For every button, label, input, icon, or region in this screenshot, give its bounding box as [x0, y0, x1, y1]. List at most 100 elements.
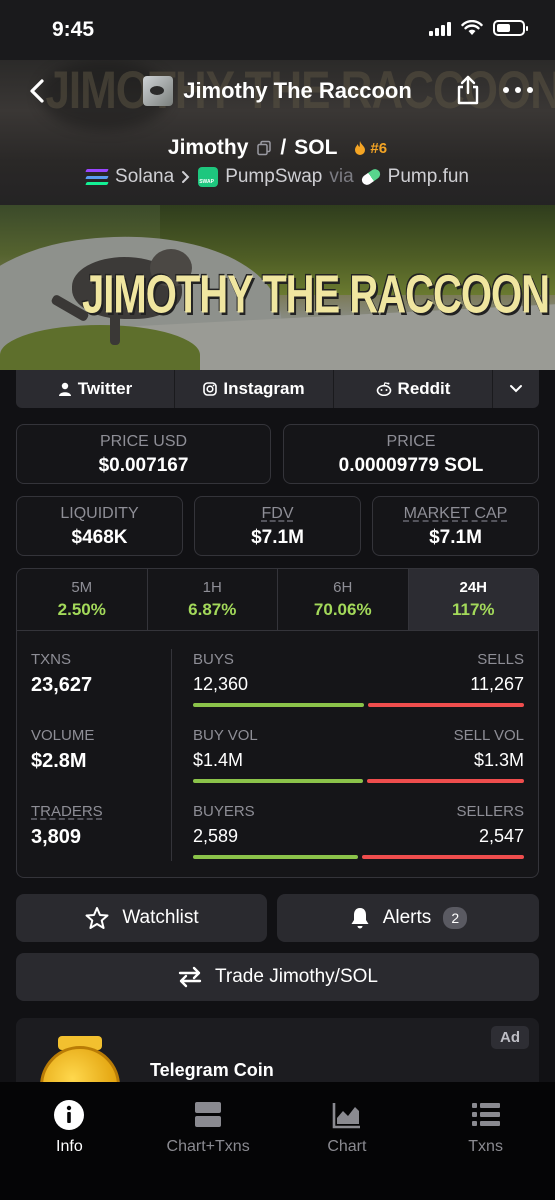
- dot-icon: [515, 87, 521, 93]
- sell-vol-bar: [367, 779, 524, 783]
- price-native-label: PRICE: [386, 433, 436, 450]
- more-links-button[interactable]: [493, 370, 539, 408]
- liquidity-label: LIQUIDITY: [60, 505, 139, 522]
- pair-separator: /: [280, 136, 287, 159]
- sellers-bar: [362, 855, 524, 859]
- liquidity-card: LIQUIDITY $468K: [16, 496, 183, 556]
- sellers-value: 2,547: [478, 826, 524, 846]
- market-cap-card[interactable]: MARKET CAP $7.1M: [372, 496, 539, 556]
- pair-base: Jimothy: [167, 136, 249, 159]
- pumpswap-icon: [198, 167, 219, 187]
- rank-badge: #6: [353, 140, 387, 157]
- buys-value: 12,360: [193, 674, 249, 694]
- dex-link[interactable]: PumpSwap: [225, 166, 322, 188]
- price-usd-card: PRICE USD $0.007167: [16, 424, 271, 484]
- reddit-link[interactable]: Reddit: [334, 370, 493, 408]
- twitter-label: Twitter: [77, 379, 133, 398]
- token-title: Jimothy The Raccoon: [183, 78, 412, 103]
- tab-5m[interactable]: 5M 2.50%: [17, 569, 148, 630]
- share-button[interactable]: [453, 74, 483, 106]
- liquidity-value: $468K: [71, 527, 128, 548]
- trade-button[interactable]: Trade Jimothy/SOL: [16, 953, 539, 1001]
- more-options-button[interactable]: [503, 80, 533, 100]
- tab-label: 24H: [459, 579, 488, 596]
- nav-chart[interactable]: Chart: [278, 1082, 417, 1200]
- instagram-label: Instagram: [223, 379, 305, 398]
- tab-24h[interactable]: 24H 117%: [408, 569, 538, 630]
- sells-label: SELLS: [477, 651, 524, 668]
- alerts-button[interactable]: Alerts 2: [277, 894, 539, 942]
- chain-link[interactable]: Solana: [115, 166, 174, 188]
- pumpfun-icon: [359, 167, 382, 187]
- traders-split-row: BUYERS SELLERS 2,589 2,547: [193, 803, 524, 859]
- rank-text: #6: [370, 139, 388, 157]
- status-time: 9:45: [52, 18, 95, 41]
- fdv-label: FDV: [261, 505, 294, 522]
- price-usd-value: $0.007167: [98, 455, 189, 476]
- launchpad-link[interactable]: Pump.fun: [388, 166, 469, 188]
- pair-quote: SOL: [294, 136, 338, 159]
- alerts-label: Alerts: [382, 907, 432, 928]
- buys-bar: [193, 703, 364, 707]
- timeframe-tabs: 5M 2.50% 1H 6.87% 6H 70.06% 24H 117%: [17, 569, 538, 631]
- nav-txns[interactable]: Txns: [416, 1082, 555, 1200]
- chart-icon: [331, 1100, 363, 1130]
- chevron-right-icon: [182, 171, 190, 183]
- price-native-value: 0.00009779 SOL: [338, 455, 484, 476]
- tab-label: 1H: [202, 579, 222, 596]
- tab-label: 5M: [71, 579, 93, 596]
- status-icons: [429, 20, 528, 36]
- buy-vol-label: BUY VOL: [193, 727, 258, 744]
- star-icon: [85, 907, 109, 929]
- nav-chart-txns[interactable]: Chart+Txns: [139, 1082, 278, 1200]
- buy-vol-value: $1.4M: [193, 750, 244, 770]
- trade-label: Trade Jimothy/SOL: [215, 966, 378, 987]
- pair-row: Jimothy / SOL #6: [0, 136, 555, 160]
- wifi-icon: [461, 20, 483, 35]
- txns-value: 23,627: [31, 674, 93, 696]
- buyers-label: BUYERS: [193, 803, 255, 820]
- cellular-signal-icon: [429, 20, 451, 36]
- buys-sells-bar: [193, 703, 524, 707]
- solana-icon: [85, 169, 109, 185]
- tab-6h[interactable]: 6H 70.06%: [278, 569, 409, 630]
- traders-label: TRADERS: [31, 803, 103, 820]
- flame-icon: [355, 141, 366, 155]
- nav-chart-label: Chart: [327, 1138, 367, 1155]
- social-links: Twitter Instagram Reddit: [16, 370, 539, 408]
- stats-body: TXNS 23,627 VOLUME $2.8M TRADERS 3,809 B…: [17, 631, 538, 877]
- swap-arrows-icon: [178, 966, 202, 988]
- market-cap-value: $7.1M: [429, 527, 482, 548]
- instagram-icon: [203, 382, 218, 396]
- watchlist-label: Watchlist: [122, 907, 199, 928]
- ad-card[interactable]: Telegram Coin Ad: [16, 1018, 539, 1088]
- status-bar: 9:45: [0, 0, 555, 60]
- reddit-label: Reddit: [397, 379, 451, 398]
- token-avatar: [143, 76, 174, 106]
- dot-icon: [503, 87, 509, 93]
- buys-sells-row: BUYS SELLS 12,360 11,267: [193, 651, 524, 707]
- txns-stat: TXNS 23,627: [31, 651, 92, 697]
- instagram-link[interactable]: Instagram: [175, 370, 334, 408]
- info-icon: [53, 1100, 85, 1130]
- dot-icon: [527, 87, 533, 93]
- sell-vol-value: $1.3M: [473, 750, 524, 770]
- stats-divider: [171, 649, 172, 861]
- nav-info[interactable]: Info: [0, 1082, 139, 1200]
- token-banner-image: JIMOTHY THE RACCOON: [0, 205, 555, 370]
- bell-icon: [351, 908, 369, 929]
- battery-icon: [493, 20, 528, 36]
- fdv-value: $7.1M: [251, 527, 304, 548]
- watchlist-button[interactable]: Watchlist: [16, 894, 267, 942]
- bottom-navigation: Info Chart+Txns Chart Txns: [0, 1082, 555, 1200]
- nav-info-label: Info: [56, 1138, 83, 1155]
- tab-change: 70.06%: [313, 600, 372, 619]
- market-cap-label: MARKET CAP: [403, 505, 508, 522]
- buy-vol-bar: [193, 779, 363, 783]
- twitter-link[interactable]: Twitter: [16, 370, 175, 408]
- copy-icon[interactable]: [256, 140, 272, 156]
- ad-badge: Ad: [491, 1026, 529, 1049]
- sellers-label: SELLERS: [456, 803, 524, 820]
- fdv-card[interactable]: FDV $7.1M: [194, 496, 361, 556]
- tab-1h[interactable]: 1H 6.87%: [148, 569, 278, 630]
